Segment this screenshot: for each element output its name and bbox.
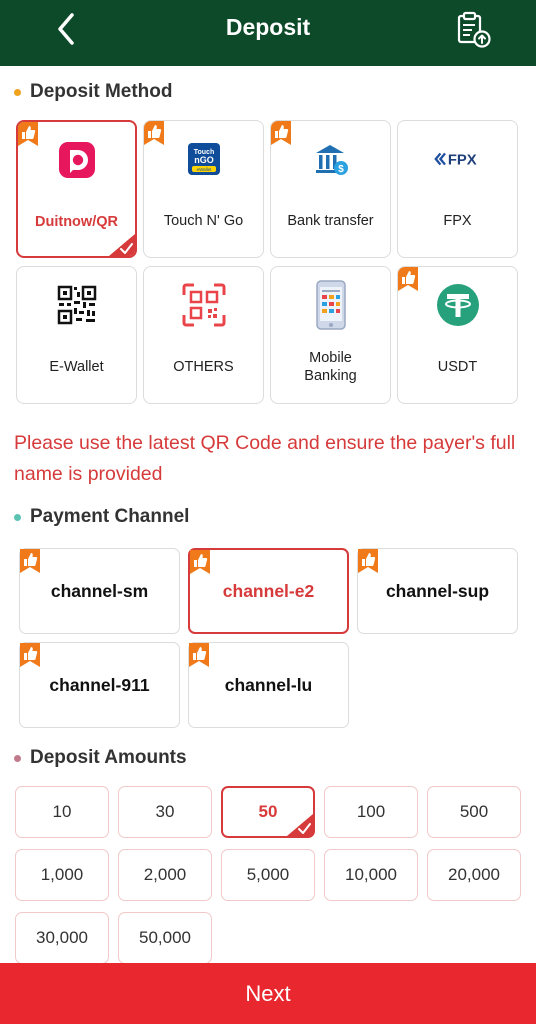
thumbs-up-badge-icon [398, 267, 418, 291]
channel-option[interactable]: channel-sup [357, 548, 518, 634]
channel-label: channel-sm [50, 580, 149, 601]
section-dot [14, 88, 21, 96]
method-e-wallet[interactable]: E-Wallet [16, 266, 137, 404]
svg-text:eWallet: eWallet [196, 167, 212, 172]
amount-option[interactable]: 20,000 [427, 849, 521, 901]
thumbs-up-badge-icon [358, 549, 378, 573]
thumbs-up-badge-icon [20, 643, 40, 667]
amount-label: 100 [356, 802, 386, 821]
amount-label: 500 [459, 802, 489, 821]
mobile-banking-icon [306, 279, 356, 331]
section-dot [14, 513, 21, 521]
touch-n-go-icon: Touch nGO eWallet [179, 137, 229, 181]
deposit-record-button[interactable] [452, 8, 494, 50]
amount-label: 10,000 [345, 865, 397, 884]
method-label: Touch N' Go [163, 213, 244, 229]
channel-option[interactable]: channel-911 [19, 642, 180, 728]
amount-option[interactable]: 5,000 [221, 849, 315, 901]
method-label: USDT [437, 359, 478, 375]
selected-check-icon [109, 234, 135, 256]
method-bank-transfer[interactable]: $ Bank transfer [270, 120, 391, 258]
amount-option[interactable]: 100 [324, 786, 418, 838]
amount-option[interactable]: 30 [118, 786, 212, 838]
method-mobile-banking[interactable]: Mobile Banking [270, 266, 391, 404]
channel-label: channel-e2 [222, 580, 315, 601]
thumbs-up-badge-icon [271, 121, 291, 145]
deposit-method-grid: Duitnow/QR Touch nGO eWallet Touch N' Go [16, 120, 520, 404]
amount-option[interactable]: 1,000 [15, 849, 109, 901]
section-dot [14, 754, 21, 762]
method-label: E-Wallet [49, 359, 104, 375]
method-label: FPX [443, 213, 472, 229]
channel-option[interactable]: channel-lu [188, 642, 349, 728]
payment-channel-grid: channel-sm channel-e2 channel-sup channe… [19, 548, 519, 728]
fpx-icon: FPX [433, 137, 483, 181]
channel-label: channel-911 [49, 674, 150, 695]
amount-label: 5,000 [246, 865, 290, 884]
method-label: OTHERS [173, 359, 234, 375]
method-usdt[interactable]: USDT [397, 266, 518, 404]
amount-option[interactable]: 10 [15, 786, 109, 838]
thumbs-up-badge-icon [144, 121, 164, 145]
svg-text:FPX: FPX [447, 153, 476, 169]
svg-text:$: $ [338, 164, 344, 175]
method-others[interactable]: OTHERS [143, 266, 264, 404]
next-button-label: Next [245, 980, 291, 1006]
channel-option[interactable]: channel-sm [19, 548, 180, 634]
amount-label: 30,000 [36, 928, 88, 947]
svg-text:nGO: nGO [194, 155, 214, 165]
amount-label: 1,000 [40, 865, 84, 884]
amount-label: 50,000 [139, 928, 191, 947]
payment-channel-heading: Payment Channel [14, 506, 189, 528]
thumbs-up-badge-icon [20, 549, 40, 573]
section-title-text: Payment Channel [30, 506, 190, 527]
amount-label: 50 [258, 802, 278, 821]
next-button[interactable]: Next [0, 963, 536, 1024]
tether-icon [433, 283, 483, 327]
amount-label: 2,000 [143, 865, 187, 884]
thumbs-up-badge-icon [18, 122, 38, 146]
deposit-method-heading: Deposit Method [14, 81, 173, 103]
amount-option[interactable]: 10,000 [324, 849, 418, 901]
amount-option[interactable]: 50 [221, 786, 315, 838]
selected-check-icon [287, 814, 313, 836]
thumbs-up-badge-icon [189, 643, 209, 667]
method-label: Mobile Banking [304, 350, 357, 384]
amount-label: 30 [155, 802, 175, 821]
thumbs-up-badge-icon [190, 550, 210, 574]
clipboard-upload-icon [457, 11, 491, 48]
method-fpx[interactable]: FPX FPX [397, 120, 518, 258]
qr-notice-text: Please use the latest QR Code and ensure… [14, 432, 516, 485]
bank-icon: $ [306, 137, 356, 181]
amount-label: 10 [52, 802, 72, 821]
section-title-text: Deposit Amounts [30, 747, 187, 768]
section-title-text: Deposit Method [30, 81, 173, 102]
qr-code-icon [52, 283, 102, 327]
amount-option[interactable]: 2,000 [118, 849, 212, 901]
amount-label: 20,000 [448, 865, 500, 884]
amount-option[interactable]: 30,000 [15, 912, 109, 964]
deposit-amounts-heading: Deposit Amounts [14, 747, 187, 769]
deposit-amount-grid: 10 30 50 100 500 1,000 2,000 5,000 10,00… [15, 786, 521, 964]
amount-option[interactable]: 50,000 [118, 912, 212, 964]
channel-option[interactable]: channel-e2 [188, 548, 349, 634]
method-label: Bank transfer [287, 213, 374, 229]
channel-label: channel-sup [385, 580, 490, 601]
duitnow-icon [52, 138, 102, 182]
header-bar: Deposit [0, 0, 536, 66]
method-duitnow-qr[interactable]: Duitnow/QR [16, 120, 137, 258]
channel-label: channel-lu [224, 674, 313, 695]
method-touch-n-go[interactable]: Touch nGO eWallet Touch N' Go [143, 120, 264, 258]
qr-scan-icon [179, 283, 229, 327]
amount-option[interactable]: 500 [427, 786, 521, 838]
